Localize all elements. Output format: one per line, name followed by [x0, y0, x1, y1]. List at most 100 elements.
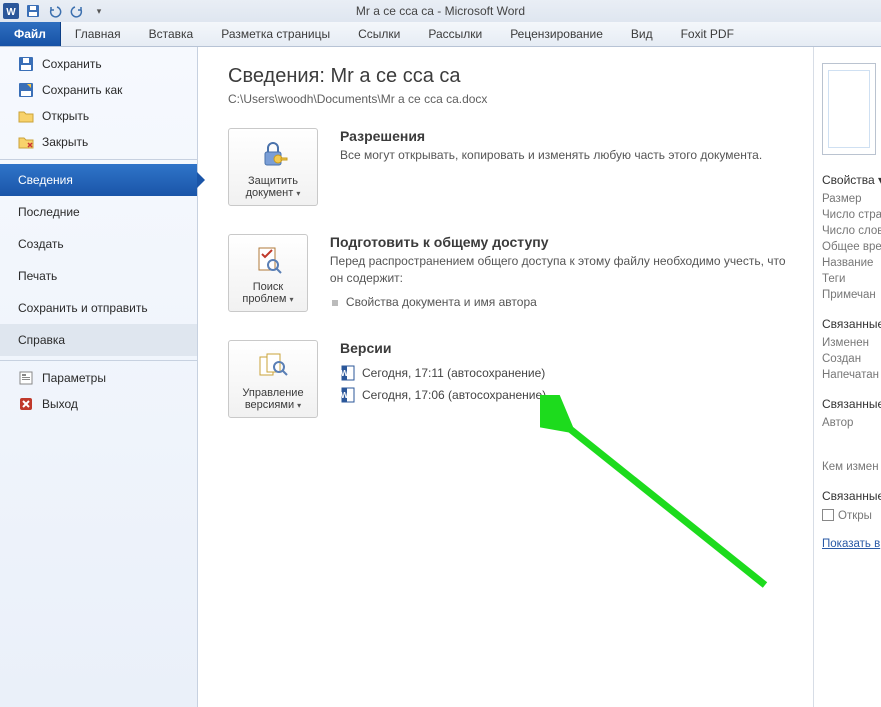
nav-print[interactable]: Печать	[0, 260, 197, 292]
cmd-options[interactable]: Параметры	[0, 365, 197, 391]
prop-pages: Число стра	[822, 207, 875, 223]
lock-key-icon	[233, 137, 313, 171]
nav-save-send[interactable]: Сохранить и отправить	[0, 292, 197, 324]
prop-last-modified-by: Кем измен	[822, 459, 875, 475]
word-document-icon: W	[340, 365, 356, 381]
title-bar: W ▾ Mr a ce cca ca - Microsoft Word	[0, 0, 881, 22]
tab-page-layout[interactable]: Разметка страницы	[207, 22, 344, 46]
show-all-properties-link[interactable]: Показать в	[822, 534, 875, 550]
window-title: Mr a ce cca ca - Microsoft Word	[356, 4, 525, 18]
properties-pane: Свойства ▾ Размер Число стра Число слов …	[813, 47, 881, 707]
nav-info[interactable]: Сведения	[0, 164, 197, 196]
backstage-view: Сохранить Сохранить как Открыть Закрыть …	[0, 47, 881, 707]
tab-insert[interactable]: Вставка	[135, 22, 208, 46]
nav-help[interactable]: Справка	[0, 324, 197, 356]
prop-modified: Изменен	[822, 335, 875, 351]
btn-label: Управление	[233, 387, 313, 399]
prop-comments: Примечан	[822, 287, 875, 303]
save-as-icon	[18, 82, 34, 98]
permissions-text: Все могут открывать, копировать и изменя…	[340, 147, 762, 164]
inspect-document-icon	[233, 243, 303, 277]
separator	[0, 360, 197, 361]
folder-close-icon	[18, 134, 34, 150]
ribbon-tabs: Файл Главная Вставка Разметка страницы С…	[0, 22, 881, 47]
version-item[interactable]: W Сегодня, 17:11 (автосохранение)	[340, 362, 546, 384]
section-versions: Управление версиями ▾ Версии W Сегодня, …	[228, 340, 795, 418]
prepare-title: Подготовить к общему доступу	[330, 234, 795, 250]
qat-customize-icon[interactable]: ▾	[91, 3, 107, 19]
prop-size: Размер	[822, 191, 875, 207]
version-label: Сегодня, 17:11 (автосохранение)	[362, 366, 545, 380]
backstage-nav: Сохранить Сохранить как Открыть Закрыть …	[0, 47, 198, 707]
cmd-exit[interactable]: Выход	[0, 391, 197, 417]
word-app-icon: W	[3, 3, 19, 19]
section-permissions: Защитить документ ▾ Разрешения Все могут…	[228, 128, 795, 206]
cmd-label: Сохранить как	[42, 83, 122, 97]
svg-text:W: W	[341, 391, 349, 400]
prop-title: Название	[822, 255, 875, 271]
section-prepare-share: Поиск проблем ▾ Подготовить к общему дос…	[228, 234, 795, 312]
related-people-header: Связанные	[822, 397, 875, 411]
versions-icon	[233, 349, 313, 383]
save-icon	[18, 56, 34, 72]
version-label: Сегодня, 17:06 (автосохранение)	[362, 388, 546, 402]
tab-foxit-pdf[interactable]: Foxit PDF	[667, 22, 748, 46]
tab-file[interactable]: Файл	[0, 22, 61, 46]
svg-text:W: W	[6, 7, 16, 18]
prepare-text: Перед распространением общего доступа к …	[330, 253, 795, 287]
manage-versions-button[interactable]: Управление версиями ▾	[228, 340, 318, 418]
related-docs-header: Связанные	[822, 489, 875, 503]
nav-new[interactable]: Создать	[0, 228, 197, 260]
open-file-location[interactable]: Откры	[822, 507, 875, 524]
folder-icon	[822, 509, 834, 521]
quick-access-toolbar: ▾	[25, 3, 107, 19]
protect-document-button[interactable]: Защитить документ ▾	[228, 128, 318, 206]
options-icon	[18, 370, 34, 386]
word-document-icon: W	[340, 387, 356, 403]
prop-edit-time: Общее вре	[822, 239, 875, 255]
properties-header[interactable]: Свойства ▾	[822, 173, 875, 187]
btn-label: версиями ▾	[233, 399, 313, 411]
tab-view[interactable]: Вид	[617, 22, 667, 46]
btn-label: документ ▾	[233, 187, 313, 199]
cmd-label: Выход	[42, 397, 78, 411]
tab-references[interactable]: Ссылки	[344, 22, 414, 46]
cmd-close[interactable]: Закрыть	[0, 129, 197, 155]
related-dates-header: Связанные	[822, 317, 875, 331]
separator	[0, 159, 197, 160]
btn-label: проблем ▾	[233, 293, 303, 305]
document-thumbnail[interactable]	[822, 63, 876, 155]
cmd-open[interactable]: Открыть	[0, 103, 197, 129]
nav-recent[interactable]: Последние	[0, 196, 197, 228]
prop-tags: Теги	[822, 271, 875, 287]
prop-printed: Напечатан	[822, 367, 875, 383]
tab-home[interactable]: Главная	[61, 22, 135, 46]
cmd-label: Параметры	[42, 371, 106, 385]
cmd-save-as[interactable]: Сохранить как	[0, 77, 197, 103]
save-icon[interactable]	[25, 3, 41, 19]
cmd-save[interactable]: Сохранить	[0, 51, 197, 77]
document-path: C:\Users\woodh\Documents\Mr a ce cca ca.…	[228, 92, 795, 106]
info-heading: Сведения: Mr a ce cca ca	[228, 65, 795, 88]
prop-words: Число слов	[822, 223, 875, 239]
info-pane: Сведения: Mr a ce cca ca C:\Users\woodh\…	[198, 47, 813, 707]
version-item[interactable]: W Сегодня, 17:06 (автосохранение)	[340, 384, 546, 406]
folder-open-icon	[18, 108, 34, 124]
prop-created: Создан	[822, 351, 875, 367]
cmd-label: Закрыть	[42, 135, 88, 149]
cmd-label: Открыть	[42, 109, 89, 123]
undo-icon[interactable]	[47, 3, 63, 19]
check-issues-button[interactable]: Поиск проблем ▾	[228, 234, 308, 312]
prop-author: Автор	[822, 415, 875, 431]
tab-review[interactable]: Рецензирование	[496, 22, 617, 46]
versions-title: Версии	[340, 340, 546, 356]
permissions-title: Разрешения	[340, 128, 762, 144]
redo-icon[interactable]	[69, 3, 85, 19]
btn-label: Защитить	[233, 175, 313, 187]
btn-label: Поиск	[233, 281, 303, 293]
cmd-label: Сохранить	[42, 57, 102, 71]
tab-mailings[interactable]: Рассылки	[414, 22, 496, 46]
svg-text:W: W	[341, 369, 349, 378]
exit-icon	[18, 396, 34, 412]
prepare-bullet: Свойства документа и имя автора	[330, 295, 795, 309]
